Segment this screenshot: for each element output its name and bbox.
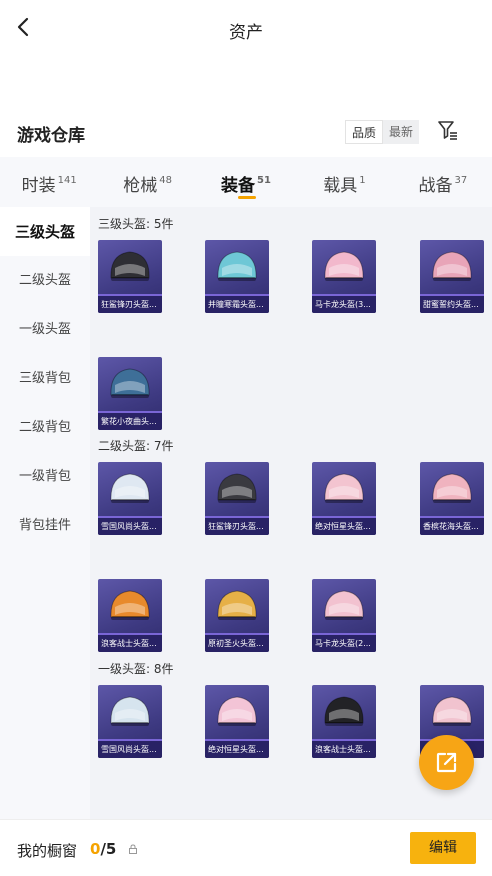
item-card[interactable]: 绝对恒星头盔...	[312, 462, 376, 535]
helmet-icon	[217, 590, 257, 620]
category-tabs: 时装 141 枪械 48 装备 51 载具 1 战备 37	[0, 157, 492, 207]
item-card[interactable]: 狂鲨锋刃头盔...	[205, 462, 269, 535]
item-name: 浪客战士头盔...	[98, 635, 162, 652]
top-bar: 资产	[0, 0, 492, 56]
item-name: 繁花小夜曲头...	[98, 413, 162, 430]
item-name: 甜蜜誓约头盔...	[420, 296, 484, 313]
sort-toggle: 品质 最新	[345, 120, 419, 144]
helmet-icon	[324, 251, 364, 281]
helmet-icon	[432, 473, 472, 503]
sidebar: 三级头盔 二级头盔 一级头盔 三级背包 二级背包 一级背包 背包挂件	[0, 207, 90, 819]
item-name: 香槟花海头盔...	[420, 518, 484, 535]
helmet-icon	[110, 696, 150, 726]
share-button[interactable]	[419, 735, 474, 790]
edit-button[interactable]: 编辑	[410, 832, 476, 864]
sidebar-item-level1-helmet[interactable]: 一级头盔	[0, 305, 90, 354]
showcase-label: 我的橱窗	[17, 842, 78, 860]
page-title: 资产	[229, 23, 263, 43]
item-grid: 三级头盔: 5件 狂鲨锋刃头盔... 并瞳寒霜头盔... 马卡龙头盔(3... 甜蜜誓约…	[90, 207, 492, 819]
tab-weapons[interactable]: 枪械 48	[98, 157, 196, 207]
tab-supplies[interactable]: 战备 37	[394, 157, 492, 207]
tab-fashion[interactable]: 时装 141	[0, 157, 98, 207]
section-title: 一级头盔: 8件	[98, 662, 174, 676]
helmet-icon	[324, 590, 364, 620]
helmet-icon	[324, 473, 364, 503]
item-name: 绝对恒星头盔...	[312, 518, 376, 535]
item-name: 雪国风尚头盔...	[98, 741, 162, 758]
section-title: 三级头盔: 5件	[98, 217, 174, 231]
helmet-icon	[110, 368, 150, 398]
item-card[interactable]: 原初圣火头盔...	[205, 579, 269, 652]
item-card[interactable]: 繁花小夜曲头...	[98, 357, 162, 430]
item-card[interactable]: 浪客战士头盔...	[98, 579, 162, 652]
item-card[interactable]: 狂鲨锋刃头盔...	[98, 240, 162, 313]
item-name: 狂鲨锋刃头盔...	[98, 296, 162, 313]
tab-vehicles[interactable]: 载具 1	[295, 157, 393, 207]
sidebar-item-level2-backpack[interactable]: 二级背包	[0, 403, 90, 452]
sidebar-item-level2-helmet[interactable]: 二级头盔	[0, 256, 90, 305]
helmet-icon	[217, 251, 257, 281]
item-name: 浪客战士头盔...	[312, 741, 376, 758]
item-card[interactable]: 浪客战士头盔...	[312, 685, 376, 758]
showcase-bar: 我的橱窗 0/5 编辑	[0, 819, 492, 876]
item-card[interactable]: 雪国风尚头盔...	[98, 685, 162, 758]
helmet-icon	[110, 473, 150, 503]
item-card[interactable]: 马卡龙头盔(3...	[312, 240, 376, 313]
helmet-icon	[324, 696, 364, 726]
helmet-icon	[217, 696, 257, 726]
external-link-icon	[436, 752, 457, 773]
item-card[interactable]: 香槟花海头盔...	[420, 462, 484, 535]
sort-quality-button[interactable]: 品质	[345, 120, 383, 144]
warehouse-title: 游戏仓库	[17, 126, 85, 146]
item-card[interactable]: 并瞳寒霜头盔...	[205, 240, 269, 313]
section-title: 二级头盔: 7件	[98, 439, 174, 453]
item-card[interactable]: 绝对恒星头盔...	[205, 685, 269, 758]
item-name: 原初圣火头盔...	[205, 635, 269, 652]
sort-latest-button[interactable]: 最新	[383, 120, 419, 144]
sidebar-item-level3-backpack[interactable]: 三级背包	[0, 354, 90, 403]
item-name: 狂鲨锋刃头盔...	[205, 518, 269, 535]
item-card[interactable]: 甜蜜誓约头盔...	[420, 240, 484, 313]
lock-icon	[129, 844, 137, 854]
sidebar-item-backpack-charm[interactable]: 背包挂件	[0, 501, 90, 550]
helmet-icon	[217, 473, 257, 503]
helmet-icon	[432, 251, 472, 281]
item-name: 马卡龙头盔(2...	[312, 635, 376, 652]
helmet-icon	[110, 590, 150, 620]
tab-equipment[interactable]: 装备 51	[197, 157, 295, 207]
sidebar-item-level3-helmet[interactable]: 三级头盔	[0, 207, 90, 256]
filter-icon[interactable]	[436, 119, 460, 143]
item-card[interactable]: 雪国风尚头盔...	[98, 462, 162, 535]
item-name: 并瞳寒霜头盔...	[205, 296, 269, 313]
helmet-icon	[432, 696, 472, 726]
item-name: 雪国风尚头盔...	[98, 518, 162, 535]
item-name: 马卡龙头盔(3...	[312, 296, 376, 313]
item-card[interactable]: 马卡龙头盔(2...	[312, 579, 376, 652]
sidebar-item-level1-backpack[interactable]: 一级背包	[0, 452, 90, 501]
item-name: 绝对恒星头盔...	[205, 741, 269, 758]
showcase-count: 0/5	[90, 840, 117, 858]
helmet-icon	[110, 251, 150, 281]
